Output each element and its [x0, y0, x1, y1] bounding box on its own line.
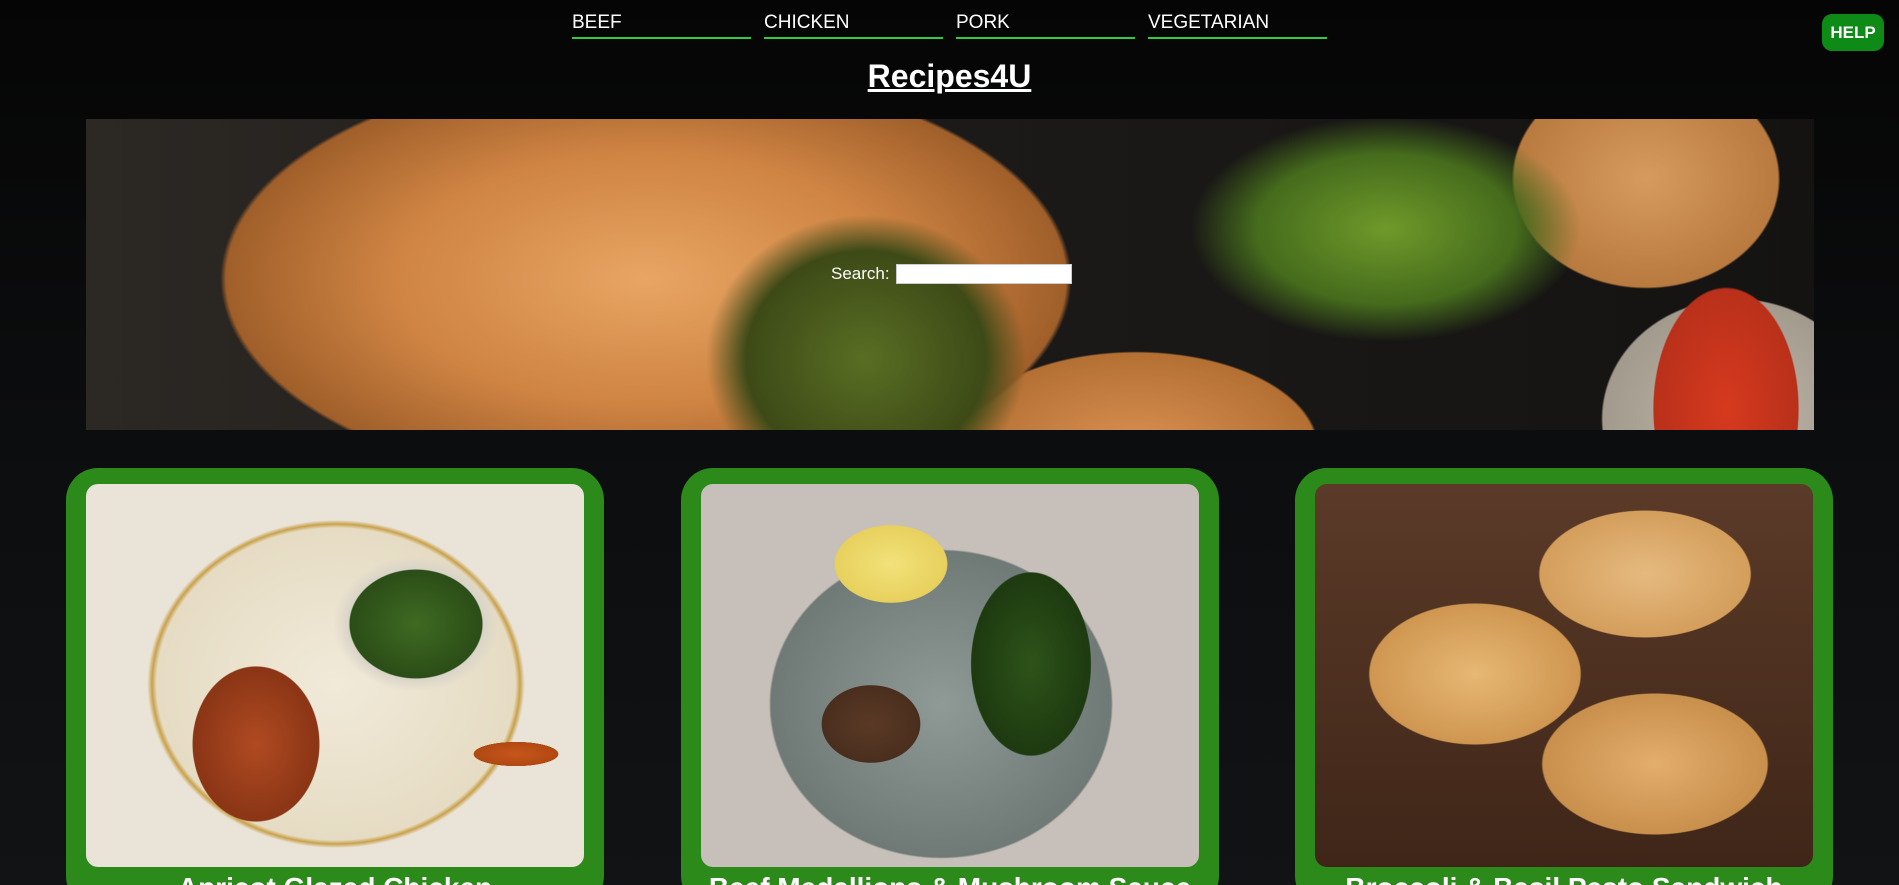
- recipe-name[interactable]: Apricot Glazed Chicken: [66, 872, 604, 885]
- recipe-card[interactable]: Apricot Glazed Chicken: [66, 468, 604, 885]
- site-title[interactable]: Recipes4U: [0, 58, 1899, 95]
- recipe-photo[interactable]: [86, 484, 584, 867]
- help-button[interactable]: HELP: [1822, 14, 1884, 51]
- search-input[interactable]: [895, 264, 1072, 284]
- recipe-name[interactable]: Broccoli & Basil Pesto Sandwich: [1295, 872, 1833, 885]
- recipe-photo[interactable]: [701, 484, 1199, 867]
- recipe-card[interactable]: Beef Medallions & Mushroom Sauce: [681, 468, 1219, 885]
- page: BEEF CHICKEN PORK VEGETARIAN HELP Recipe…: [0, 0, 1899, 885]
- search-label: Search:: [831, 264, 890, 283]
- nav-item-beef[interactable]: BEEF: [572, 12, 751, 39]
- recipe-card[interactable]: Broccoli & Basil Pesto Sandwich: [1295, 468, 1833, 885]
- category-nav: BEEF CHICKEN PORK VEGETARIAN: [572, 12, 1327, 39]
- nav-item-vegetarian[interactable]: VEGETARIAN: [1148, 12, 1327, 39]
- recipe-photo[interactable]: [1315, 484, 1813, 867]
- recipe-name[interactable]: Beef Medallions & Mushroom Sauce: [681, 872, 1219, 885]
- search-bar: Search:: [831, 264, 1072, 284]
- nav-item-pork[interactable]: PORK: [956, 12, 1135, 39]
- nav-item-chicken[interactable]: CHICKEN: [764, 12, 943, 39]
- hero-banner: Search:: [86, 119, 1814, 430]
